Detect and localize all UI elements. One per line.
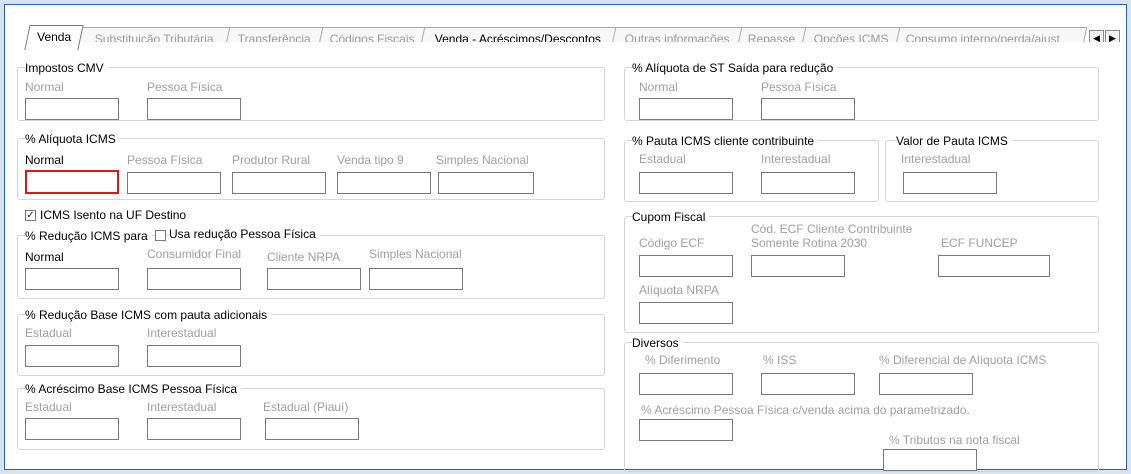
label-simples-nacional: Simples Nacional — [436, 153, 529, 167]
group-title: % Redução ICMS para — [25, 229, 152, 243]
label-produtor-rural: Produtor Rural — [232, 153, 311, 167]
aliquota-icms-produtor-rural-input[interactable] — [232, 172, 326, 194]
label-interestadual: Interestadual — [761, 152, 831, 166]
group-title: Impostos CMV — [25, 61, 108, 75]
tributos-nota-fiscal-input[interactable] — [883, 449, 977, 471]
acrescimo-base-estadual-input[interactable] — [25, 418, 119, 440]
label-tributos-nota-fiscal: % Tributos na nota fiscal — [889, 433, 1020, 447]
reducao-icms-consumidor-final-input[interactable] — [147, 268, 241, 290]
label-interestadual: Interestadual — [147, 400, 217, 414]
label-normal: Normal — [25, 153, 64, 167]
label-interestadual: Interestadual — [901, 152, 971, 166]
usa-reducao-pessoa-fisica-label: Usa redução Pessoa Física — [169, 227, 320, 241]
reducao-base-estadual-input[interactable] — [25, 345, 119, 367]
label-diferimento: % Diferimento — [645, 353, 721, 367]
aliquota-nrpa-input[interactable] — [639, 302, 733, 324]
label-interestadual: Interestadual — [147, 326, 217, 340]
group-title: % Alíquota ICMS — [25, 132, 120, 146]
group-title: % Redução Base ICMS com pauta adicionais — [25, 308, 272, 322]
group-title: % Pauta ICMS cliente contribuinte — [632, 134, 819, 148]
label-pessoa-fisica: Pessoa Física — [147, 80, 223, 94]
tab-panel-venda: Impostos CMV Normal Pessoa Física % Alíq… — [5, 42, 1126, 472]
label-consumidor-final: Consumidor Final — [147, 247, 242, 261]
cod-ecf-cliente-input[interactable] — [751, 255, 845, 277]
label-estadual: Estadual — [639, 152, 686, 166]
reducao-icms-simples-nacional-input[interactable] — [369, 268, 463, 290]
group-title: % Alíquota de ST Saída para redução — [632, 61, 838, 75]
group-title: % Acréscimo Base ICMS Pessoa Física — [25, 382, 242, 396]
acrescimo-base-estadual-piaui-input[interactable] — [265, 418, 359, 440]
label-cod-ecf-cliente: Cód. ECF Cliente Contribuinte — [751, 222, 913, 236]
codigo-ecf-input[interactable] — [639, 255, 733, 277]
acrescimo-pessoa-fisica-input[interactable] — [639, 419, 733, 441]
label-ecf-funcep: ECF FUNCEP — [941, 236, 1018, 250]
ecf-funcep-input[interactable] — [938, 255, 1050, 277]
label-estadual-piaui: Estadual (Piauí) — [263, 400, 349, 414]
label-pessoa-fisica: Pessoa Física — [761, 80, 837, 94]
label-somente-rotina: Somente Rotina 2030 — [751, 236, 868, 250]
reducao-icms-normal-input[interactable] — [25, 268, 119, 290]
label-normal: Normal — [25, 80, 64, 94]
label-normal: Normal — [25, 250, 64, 264]
diferimento-input[interactable] — [639, 373, 733, 395]
usa-reducao-pessoa-fisica-checkbox[interactable] — [155, 230, 166, 241]
label-iss: % ISS — [763, 353, 797, 367]
main-window: Venda Substituição Tributária Transferên… — [4, 4, 1127, 472]
aliquota-st-normal-input[interactable] — [639, 98, 733, 120]
label-cliente-nrpa: Cliente NRPA — [267, 250, 341, 264]
pauta-icms-estadual-input[interactable] — [639, 172, 733, 194]
diferencial-aliquota-input[interactable] — [879, 373, 973, 395]
label-normal: Normal — [639, 80, 678, 94]
aliquota-st-pessoa-fisica-input[interactable] — [761, 98, 855, 120]
aliquota-icms-venda-tipo-9-input[interactable] — [337, 172, 431, 194]
label-pessoa-fisica: Pessoa Física — [127, 153, 203, 167]
label-aliquota-nrpa: Alíquota NRPA — [639, 283, 719, 297]
icms-isento-label: ICMS Isento na UF Destino — [40, 208, 187, 222]
label-codigo-ecf: Código ECF — [639, 236, 705, 250]
label-acrescimo-pessoa-fisica: % Acréscimo Pessoa Física c/venda acima … — [641, 403, 970, 417]
label-venda-tipo-9: Venda tipo 9 — [337, 153, 404, 167]
aliquota-icms-simples-nacional-input[interactable] — [438, 172, 534, 194]
label-simples-nacional: Simples Nacional — [369, 247, 462, 261]
group-title: Diversos — [632, 336, 683, 350]
label-estadual: Estadual — [25, 326, 72, 340]
label-estadual: Estadual — [25, 400, 72, 414]
icms-isento-checkbox[interactable]: ✓ — [25, 210, 36, 221]
impostos-cmv-normal-input[interactable] — [25, 98, 119, 120]
reducao-icms-cliente-nrpa-input[interactable] — [267, 268, 361, 290]
aliquota-icms-pessoa-fisica-input[interactable] — [127, 172, 221, 194]
group-title: Cupom Fiscal — [632, 210, 710, 224]
valor-pauta-interestadual-input[interactable] — [903, 172, 997, 194]
acrescimo-base-interestadual-input[interactable] — [147, 418, 241, 440]
impostos-cmv-pessoa-fisica-input[interactable] — [147, 98, 241, 120]
aliquota-icms-normal-input[interactable] — [25, 170, 119, 194]
reducao-base-interestadual-input[interactable] — [147, 345, 241, 367]
check-icon: ✓ — [26, 210, 35, 221]
tab-venda[interactable]: Venda — [24, 25, 84, 50]
iss-input[interactable] — [761, 373, 855, 395]
group-title: Valor de Pauta ICMS — [896, 134, 1012, 148]
pauta-icms-interestadual-input[interactable] — [761, 172, 855, 194]
tab-label: Venda — [37, 30, 72, 44]
label-diferencial-aliquota: % Diferencial de Alíquota ICMS — [879, 353, 1047, 367]
